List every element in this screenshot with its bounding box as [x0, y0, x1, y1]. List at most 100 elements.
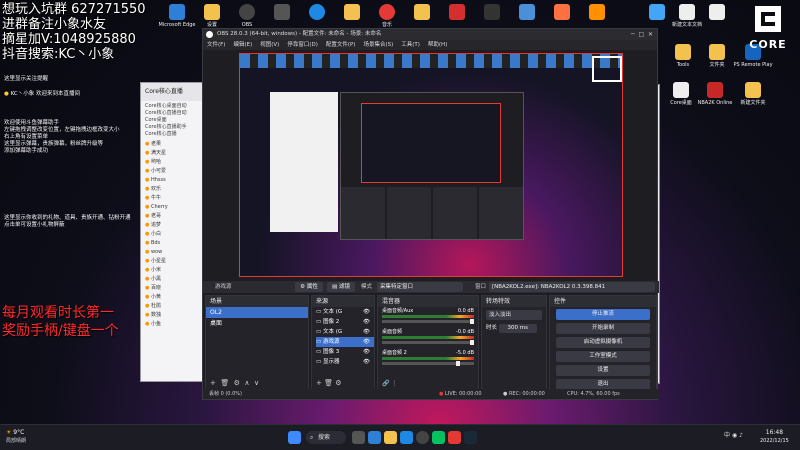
eye-icon[interactable]: 👁	[363, 307, 370, 317]
eye-icon[interactable]: 👁	[363, 327, 370, 337]
list-item[interactable]: ● wow	[145, 248, 205, 257]
obs-taskbar-icon[interactable]	[416, 431, 429, 444]
properties-button[interactable]: ⚙ 属性	[295, 282, 323, 292]
list-item[interactable]: ● Hhsss	[145, 176, 205, 185]
desktop-icon[interactable]: 新建文本文档	[670, 4, 704, 40]
delete-icon[interactable]: 🗑	[324, 379, 333, 387]
list-item[interactable]: ● 小星星	[145, 257, 205, 266]
clock[interactable]: 16:48 2022/12/15	[760, 429, 789, 445]
list-item[interactable]: ● 老哥	[145, 212, 205, 221]
file-explorer-icon[interactable]	[384, 431, 397, 444]
volume-icon[interactable]: ♪	[739, 432, 743, 439]
menu-profile[interactable]: 配置文件(P)	[326, 40, 356, 50]
studio-mode-button[interactable]: 工作室模式	[556, 351, 650, 362]
chat-panel-item[interactable]: Core核心桌面自动	[145, 103, 205, 110]
transition-select[interactable]: 淡入淡出	[486, 310, 542, 320]
start-recording-button[interactable]: 开始录制	[556, 323, 650, 334]
list-item[interactable]: ● 满天星	[145, 149, 205, 158]
up-icon[interactable]: ∧	[244, 379, 249, 387]
list-item[interactable]: ● Bds	[145, 239, 205, 248]
desktop-icon[interactable]: NBA2K Online	[698, 82, 732, 118]
scene-item[interactable]: OL2	[206, 307, 308, 318]
eye-icon[interactable]: 👁	[363, 337, 370, 347]
source-item[interactable]: ▭ 图像 3 👁	[316, 347, 374, 357]
eye-icon[interactable]: 👁	[363, 317, 370, 327]
add-icon[interactable]: +	[210, 379, 216, 387]
chat-panel-item[interactable]: Core核心直播	[145, 131, 205, 138]
settings-icon[interactable]: ⚙	[335, 379, 341, 387]
close-icon[interactable]: ✕	[648, 31, 653, 38]
volume-slider[interactable]	[382, 319, 474, 324]
list-item[interactable]: ● 追梦	[145, 221, 205, 230]
delete-icon[interactable]: 🗑	[220, 379, 229, 387]
menu-view[interactable]: 视图(V)	[260, 40, 279, 50]
scene-item[interactable]: 桌面	[206, 318, 308, 329]
list-item[interactable]: ● 小米	[145, 266, 205, 275]
capture-mode-select[interactable]: 采集特定窗口	[377, 282, 463, 292]
source-item[interactable]: ▭ 文本 (G 👁	[316, 327, 374, 337]
add-icon[interactable]: +	[316, 379, 322, 387]
store-icon[interactable]	[400, 431, 413, 444]
more-icon[interactable]: ⋮	[391, 380, 397, 387]
stop-streaming-button[interactable]: 停止推流	[556, 309, 650, 320]
ime-indicator[interactable]: 中	[724, 432, 730, 439]
slider-handle[interactable]	[470, 340, 474, 345]
wechat-icon[interactable]	[432, 431, 445, 444]
list-item[interactable]: ● 小可爱	[145, 167, 205, 176]
filters-button[interactable]: ▤ 滤镜	[327, 282, 355, 292]
menu-docks[interactable]: 停靠窗口(D)	[287, 40, 318, 50]
source-item[interactable]: ▭ 文本 (G 👁	[316, 307, 374, 317]
list-item[interactable]: ● 老果	[145, 140, 205, 149]
settings-button[interactable]: 设置	[556, 365, 650, 376]
list-item[interactable]: ● 数独	[145, 311, 205, 320]
list-item[interactable]: ● 欢乐	[145, 185, 205, 194]
desktop-icon[interactable]	[700, 4, 734, 40]
maximize-icon[interactable]: □	[638, 31, 644, 38]
volume-slider[interactable]	[382, 340, 474, 345]
menu-scene-collection[interactable]: 场景集合(S)	[363, 40, 393, 50]
source-item[interactable]: ▭ 显示器 👁	[316, 357, 374, 367]
eye-icon[interactable]: 👁	[363, 357, 370, 367]
source-item[interactable]: ▭ 游戏源 👁	[316, 337, 374, 347]
list-item[interactable]: ● 杜鹃	[145, 302, 205, 311]
taskbar-search[interactable]: ⌕ 搜索	[306, 431, 346, 444]
down-icon[interactable]: ∨	[254, 379, 259, 387]
app-taskbar-icon[interactable]	[448, 431, 461, 444]
volume-slider[interactable]	[382, 361, 474, 366]
desktop-icon[interactable]: Tools	[666, 44, 700, 80]
weather-widget[interactable]: ☀ 9°C 局部晴朗	[6, 429, 26, 445]
settings-icon[interactable]: ⚙	[234, 379, 240, 387]
list-item[interactable]: ● 哟哈	[145, 158, 205, 167]
desktop-icon[interactable]: 新建文件夹	[736, 82, 770, 118]
chat-panel-item[interactable]: Core核心直播自动	[145, 110, 205, 117]
menu-help[interactable]: 帮助(H)	[428, 40, 447, 50]
list-item[interactable]: ● 小白	[145, 230, 205, 239]
list-item[interactable]: ● 小黄	[145, 293, 205, 302]
menu-file[interactable]: 文件(F)	[207, 40, 225, 50]
desktop-icon[interactable]: Microsoft Edge	[159, 4, 195, 40]
obs-preview[interactable]	[239, 53, 623, 277]
edge-taskbar-icon[interactable]	[368, 431, 381, 444]
duration-input[interactable]: 300 ms	[498, 324, 537, 333]
list-item[interactable]: ● Cherry	[145, 203, 205, 212]
chat-panel[interactable]: Core核心直播 Core核心桌面自动 Core核心直播自动 Core桌面 Co…	[140, 82, 210, 382]
slider-handle[interactable]	[456, 361, 460, 366]
list-item[interactable]: ● 小鱼	[145, 320, 205, 329]
start-button-icon[interactable]	[288, 431, 301, 444]
virtual-camera-button[interactable]: 启动虚拟摄像机	[556, 337, 650, 348]
task-view-icon[interactable]	[352, 431, 365, 444]
steam-icon[interactable]	[464, 431, 477, 444]
slider-handle[interactable]	[470, 319, 474, 324]
list-item[interactable]: ● 小黑	[145, 275, 205, 284]
obs-window[interactable]: OBS 28.0.3 (64-bit, windows) - 配置文件: 未命名…	[202, 28, 659, 400]
desktop-icon[interactable]: 文件夹	[700, 44, 734, 80]
link-icon[interactable]: 🔗	[382, 380, 389, 387]
chat-panel-item[interactable]: Core桌面	[145, 117, 205, 124]
chat-panel-item[interactable]: Core核心直播助手	[145, 124, 205, 131]
menu-tools[interactable]: 工具(T)	[401, 40, 420, 50]
wifi-icon[interactable]: ◉	[732, 432, 737, 439]
source-item[interactable]: ▭ 图像 2 👁	[316, 317, 374, 327]
list-item[interactable]: ● 牛牛	[145, 194, 205, 203]
eye-icon[interactable]: 👁	[363, 347, 370, 357]
desktop-icon[interactable]: Core桌面	[664, 82, 698, 118]
